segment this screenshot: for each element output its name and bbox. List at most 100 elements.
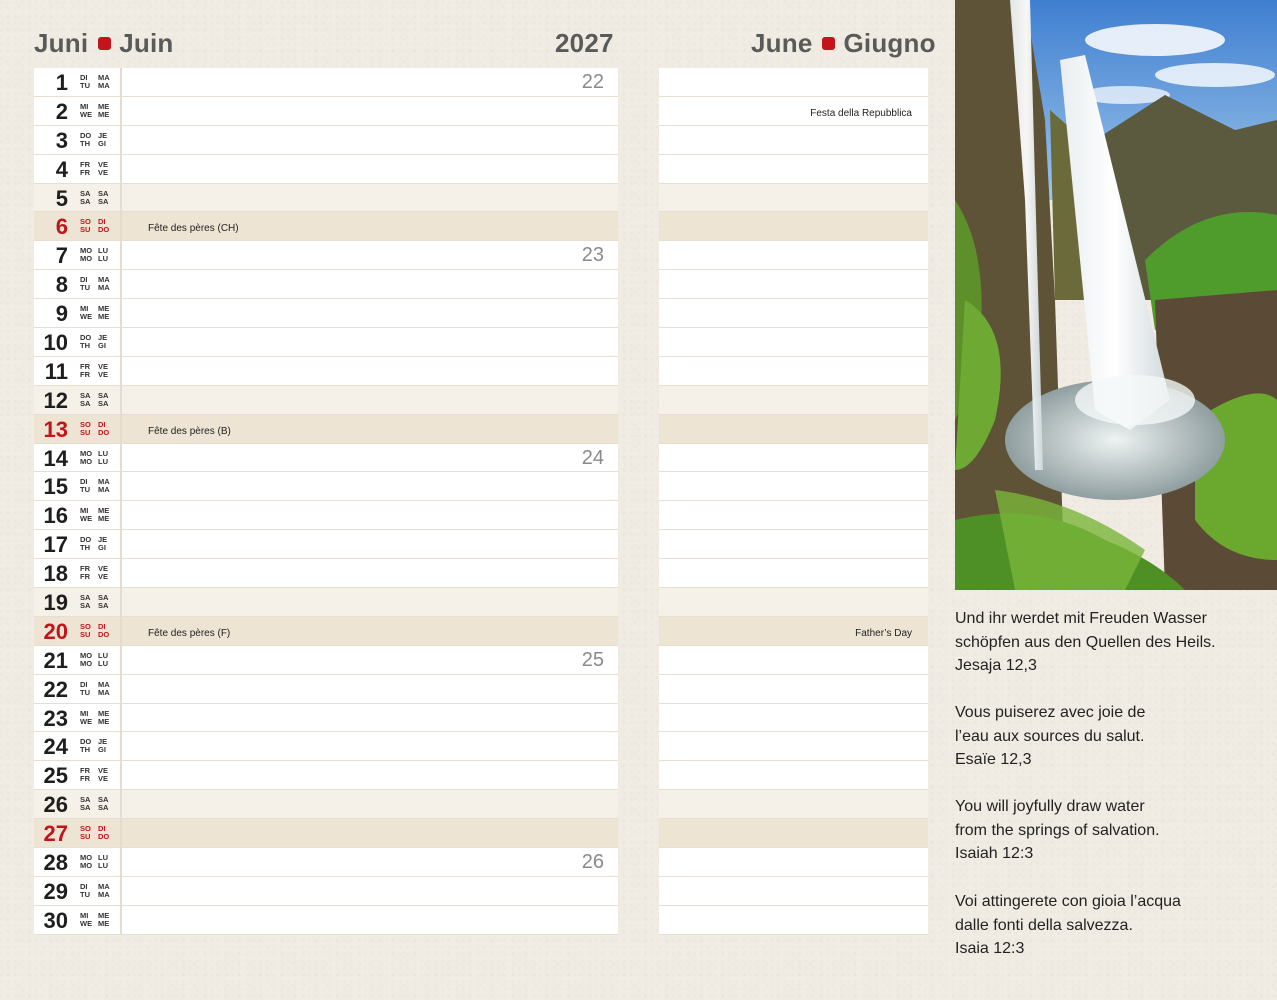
day-number: 24 bbox=[43, 734, 68, 760]
day-row-right[interactable]: Father’s Day bbox=[659, 616, 928, 646]
week-number: 24 bbox=[581, 446, 604, 469]
day-number: 5 bbox=[55, 185, 68, 211]
weekday-abbr: MA bbox=[98, 687, 110, 697]
day-row[interactable]: 27 SO SU DI DO bbox=[34, 819, 618, 849]
day-row-right[interactable] bbox=[659, 645, 928, 675]
day-number: 30 bbox=[43, 907, 68, 933]
day-row-right[interactable] bbox=[659, 241, 928, 271]
day-number: 28 bbox=[43, 850, 68, 876]
day-row[interactable]: 19 SA SA SA SA bbox=[34, 588, 618, 617]
day-row-right[interactable] bbox=[659, 212, 928, 242]
day-row[interactable]: 21 MO MO LU LU 25 bbox=[34, 645, 618, 675]
day-row[interactable]: 10 DO TH JE GI bbox=[34, 328, 618, 357]
day-row-right[interactable] bbox=[659, 154, 928, 184]
quote-line: schöpfen aus den Quellen des Heils. bbox=[955, 633, 1216, 651]
day-number: 18 bbox=[43, 561, 68, 587]
weekday-abbr: SU bbox=[80, 629, 91, 639]
weekday-abbr: SU bbox=[80, 427, 91, 437]
day-row-right[interactable] bbox=[659, 356, 928, 386]
weekday-abbr: TH bbox=[80, 138, 90, 148]
day-row-right[interactable] bbox=[659, 299, 928, 329]
day-row-right[interactable] bbox=[659, 385, 928, 415]
day-number: 14 bbox=[43, 445, 68, 471]
weekday-abbr: LU bbox=[98, 861, 108, 871]
weekday-abbr: TH bbox=[80, 543, 90, 553]
day-row[interactable]: 1 DI TU MA MA 22 bbox=[34, 68, 618, 97]
day-row[interactable]: 24 DO TH JE GI bbox=[34, 732, 618, 762]
day-row[interactable]: 12 SA SA SA SA bbox=[34, 385, 618, 415]
day-row[interactable]: 9 MI WE ME ME bbox=[34, 299, 618, 329]
day-row-right[interactable] bbox=[659, 183, 928, 213]
waterfall-photo bbox=[955, 0, 1277, 590]
day-row-right[interactable] bbox=[659, 761, 928, 791]
weekday-abbr: MO bbox=[80, 861, 93, 871]
day-row-right[interactable] bbox=[659, 559, 928, 589]
weekday-abbr: ME bbox=[98, 716, 110, 726]
day-row[interactable]: 30 MI WE ME ME bbox=[34, 905, 618, 935]
day-row[interactable]: 23 MI WE ME ME bbox=[34, 703, 618, 733]
day-row[interactable]: 4 FR FR VE VE bbox=[34, 154, 618, 184]
weekday-abbr: TU bbox=[80, 283, 90, 293]
day-row-right[interactable] bbox=[659, 414, 928, 444]
quote-block: Voi attingerete con gioia l’acqua dalle f… bbox=[955, 890, 1181, 961]
weekday-abbr: SU bbox=[80, 832, 91, 842]
day-number: 10 bbox=[43, 330, 68, 356]
day-row-right[interactable] bbox=[659, 501, 928, 531]
weekday-abbr: MA bbox=[98, 889, 110, 899]
day-row[interactable]: 6 SO SU DI DO Fête des pères (CH) bbox=[34, 212, 618, 242]
day-number: 8 bbox=[55, 272, 68, 298]
weekday-abbr: VE bbox=[98, 167, 109, 177]
day-number-cell: 13 SO SU DI DO bbox=[34, 414, 122, 443]
day-row-right[interactable] bbox=[659, 472, 928, 502]
day-row[interactable]: 18 FR FR VE VE bbox=[34, 559, 618, 589]
day-row-right[interactable] bbox=[659, 328, 928, 357]
weekday-abbr: MA bbox=[98, 283, 110, 293]
day-row-right[interactable] bbox=[659, 848, 928, 877]
day-row[interactable]: 28 MO MO LU LU 26 bbox=[34, 848, 618, 877]
quote-line: Vous puiserez avec joie de bbox=[955, 704, 1146, 721]
day-row-right[interactable] bbox=[659, 125, 928, 155]
day-row[interactable]: 29 DI TU MA MA bbox=[34, 876, 618, 906]
quote-block: You will joyfully draw water from the spr… bbox=[955, 795, 1160, 866]
day-row[interactable]: 3 DO TH JE GI bbox=[34, 125, 618, 155]
day-row[interactable]: 8 DI TU MA MA bbox=[34, 270, 618, 300]
weekday-abbr: MA bbox=[98, 485, 110, 495]
day-row[interactable]: 7 MO MO LU LU 23 bbox=[34, 241, 618, 271]
day-row-right[interactable]: Festa della Repubblica bbox=[659, 96, 928, 126]
day-row[interactable]: 22 DI TU MA MA bbox=[34, 674, 618, 704]
day-number: 25 bbox=[43, 763, 68, 789]
day-row[interactable]: 15 DI TU MA MA bbox=[34, 472, 618, 502]
day-row[interactable]: 26 SA SA SA SA bbox=[34, 790, 618, 820]
day-row-right[interactable] bbox=[659, 703, 928, 733]
day-row[interactable]: 20 SO SU DI DO Fête des pères (F) bbox=[34, 616, 618, 646]
day-row-right[interactable] bbox=[659, 790, 928, 820]
day-row[interactable]: 5 SA SA SA SA bbox=[34, 183, 618, 213]
day-row[interactable]: 13 SO SU DI DO Fête des pères (B) bbox=[34, 414, 618, 444]
day-row-right[interactable] bbox=[659, 270, 928, 300]
day-row-right[interactable] bbox=[659, 443, 928, 473]
year-label: 2027 bbox=[555, 28, 614, 58]
day-row-right[interactable] bbox=[659, 674, 928, 704]
day-row-right[interactable] bbox=[659, 732, 928, 762]
day-number-cell: 5 SA SA SA SA bbox=[34, 183, 122, 212]
day-row[interactable]: 11 FR FR VE VE bbox=[34, 356, 618, 386]
day-row[interactable]: 25 FR FR VE VE bbox=[34, 761, 618, 791]
day-number: 19 bbox=[43, 590, 68, 616]
day-row-right[interactable] bbox=[659, 530, 928, 560]
day-row[interactable]: 14 MO MO LU LU 24 bbox=[34, 443, 618, 473]
day-row[interactable]: 16 MI WE ME ME bbox=[34, 501, 618, 531]
weekday-abbr: SA bbox=[98, 601, 109, 611]
holiday-note-right: Father’s Day bbox=[855, 627, 912, 639]
day-row-right[interactable] bbox=[659, 819, 928, 849]
weekday-abbr: DO bbox=[98, 832, 110, 842]
day-number: 27 bbox=[43, 821, 68, 847]
quote-line: You will joyfully draw water bbox=[955, 798, 1145, 815]
day-row-right[interactable] bbox=[659, 905, 928, 935]
day-row[interactable]: 2 MI WE ME ME bbox=[34, 96, 618, 126]
day-row-right[interactable] bbox=[659, 68, 928, 97]
weekday-abbr: VE bbox=[98, 572, 109, 582]
day-row-right[interactable] bbox=[659, 876, 928, 906]
day-row[interactable]: 17 DO TH JE GI bbox=[34, 530, 618, 560]
day-row-right[interactable] bbox=[659, 588, 928, 617]
month-fr: Juin bbox=[119, 28, 174, 58]
